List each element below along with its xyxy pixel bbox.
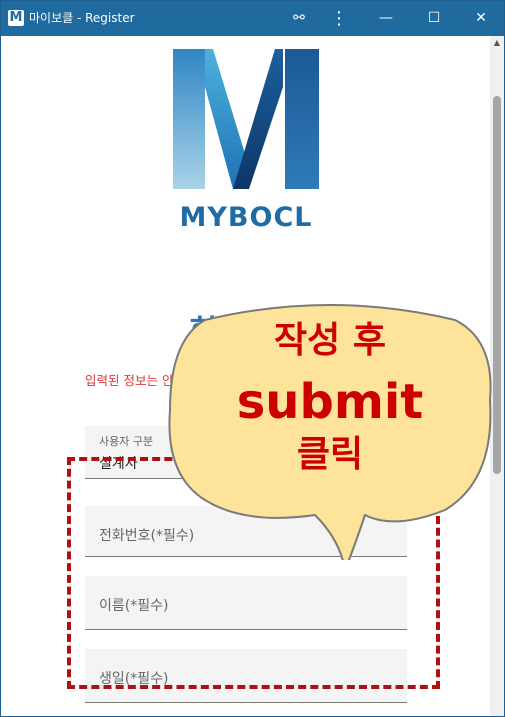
app-logo-icon: M	[8, 10, 24, 26]
annotation-line-1: 작성 후	[274, 320, 386, 361]
window-title: 마이보클 - Register	[29, 11, 135, 25]
mybocl-logo-icon	[173, 49, 319, 189]
close-button[interactable]: ✕	[461, 4, 501, 33]
maximize-button[interactable]: ☐	[414, 4, 454, 33]
scroll-up-icon[interactable]: ▲	[490, 36, 504, 50]
brand-name: MYBOCL	[179, 202, 313, 233]
extension-icon[interactable]: ⚯	[279, 4, 319, 33]
minimize-button[interactable]: —	[366, 4, 406, 33]
annotation-line-2: submit	[236, 374, 424, 430]
annotation-line-3: 클릭	[296, 434, 364, 475]
user-type-label: 사용자 구분	[99, 435, 154, 448]
more-menu-icon[interactable]: ⋮	[319, 4, 359, 33]
title-bar[interactable]: M 마이보클 - Register ⚯ ⋮ — ☐ ✕	[1, 1, 504, 36]
